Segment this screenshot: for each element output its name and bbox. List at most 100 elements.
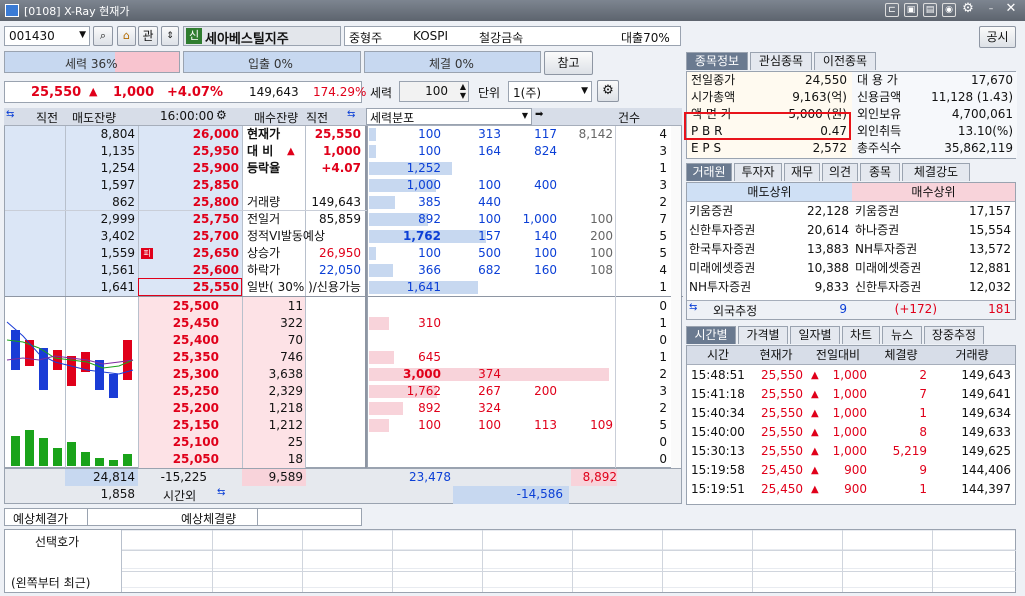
stock-meta: 중형주 KOSPI 철강금속 대출70% <box>344 26 681 46</box>
settings-gear-icon[interactable]: ⚙ <box>597 80 619 102</box>
volume-bar <box>109 460 118 466</box>
volume-bar <box>95 458 104 466</box>
close-icon[interactable]: ✕ <box>1004 2 1018 17</box>
stock-name-field[interactable]: 신 세아베스틸지주 <box>183 26 341 47</box>
tab-info_tabs-1[interactable]: 관심종목 <box>750 52 812 70</box>
bid-price[interactable]: 25,050 <box>139 451 219 468</box>
trade-price: 25,550 <box>761 406 803 420</box>
tab-time_tabs-0[interactable]: 시간별 <box>686 326 736 344</box>
bid-price[interactable]: 25,500 <box>139 298 219 315</box>
tab-broker_tabs-1[interactable]: 투자자 <box>734 163 782 181</box>
seryeok-stepper[interactable]: 100 ▲ ▼ <box>399 81 469 102</box>
ask-price[interactable]: 25,750 <box>139 211 239 228</box>
orderbook-body: 8,804 26,000 현재가 25,550 100 313 117 8,142 4 1,135… <box>4 126 683 468</box>
minimize-icon[interactable]: – <box>984 3 998 17</box>
bid-price[interactable]: 25,300 <box>139 366 219 383</box>
interest-button[interactable]: 관 <box>138 26 158 46</box>
dist-value: 200 <box>590 229 613 243</box>
ask-price[interactable]: 25,650 <box>139 245 239 262</box>
ask-info-value: 22,050 <box>319 263 361 277</box>
dist-value: 100 <box>478 178 501 192</box>
dist-value: 100 <box>418 144 441 158</box>
ask-price[interactable]: 25,950 <box>139 143 239 160</box>
save-icon[interactable]: ▣ <box>904 3 918 17</box>
tab-time_tabs-5[interactable]: 장중추정 <box>924 326 984 344</box>
vi-mark-icon: 피 <box>141 248 153 259</box>
gear-icon[interactable]: ⚙ <box>961 2 975 17</box>
quote-line: 25,550 ▲ 1,000 +4.07% 149,643 174.29% <box>4 81 366 103</box>
tab-broker_tabs-2[interactable]: 재무 <box>784 163 820 181</box>
ask-price[interactable]: 25,550 <box>139 279 239 296</box>
chegyeol-bar: 체결 0% <box>364 51 541 73</box>
bid-price[interactable]: 25,250 <box>139 383 219 400</box>
print-icon[interactable]: ▤ <box>923 3 937 17</box>
ask-price[interactable]: 25,900 <box>139 160 239 177</box>
dist-value: 1,641 <box>406 280 441 294</box>
bid-price[interactable]: 25,200 <box>139 400 219 417</box>
swap-icon[interactable]: ⇆ <box>347 109 355 120</box>
stock-name: 세아베스틸지주 <box>205 32 289 47</box>
tab-info_tabs-0[interactable]: 종목정보 <box>686 52 748 70</box>
info-value: 2,572 <box>812 141 847 155</box>
broker-buy-name[interactable]: 미래에셋증권 <box>855 260 945 277</box>
swap-icon[interactable]: ⇆ <box>217 487 225 498</box>
camera-icon[interactable]: ◉ <box>942 3 956 17</box>
tab-broker_tabs-0[interactable]: 거래원 <box>686 163 732 181</box>
tab-broker_tabs-3[interactable]: 의견 <box>822 163 858 181</box>
ask-qty: 1,561 <box>100 263 135 277</box>
arrow-right-icon[interactable]: ➡ <box>535 109 543 120</box>
volume-bar <box>39 438 48 466</box>
search-icon[interactable]: ⌕ <box>93 26 113 46</box>
tab-time_tabs-4[interactable]: 뉴스 <box>882 326 922 344</box>
broker-sell-name[interactable]: 미래에셋증권 <box>689 260 779 277</box>
info-key: E P S <box>691 141 722 155</box>
broker-buy-name[interactable]: 하나증권 <box>855 222 945 239</box>
bid-price[interactable]: 25,450 <box>139 315 219 332</box>
disclosure-button[interactable]: 공시 <box>979 26 1016 48</box>
ask-price[interactable]: 25,700 <box>139 228 239 245</box>
bid-qty: 70 <box>287 333 303 347</box>
ask-price[interactable]: 25,800 <box>139 194 239 211</box>
tab-time_tabs-2[interactable]: 일자별 <box>790 326 840 344</box>
tab-info_tabs-2[interactable]: 이전종목 <box>814 52 876 70</box>
tab-time_tabs-3[interactable]: 차트 <box>842 326 880 344</box>
ask-price[interactable]: 25,850 <box>139 177 239 194</box>
volume-bar <box>67 442 76 466</box>
info-key: 전일종가 <box>691 73 736 87</box>
gear-icon[interactable]: ⚙ <box>216 108 227 122</box>
broker-buy-name[interactable]: 키움증권 <box>855 203 945 220</box>
tab-time_tabs-1[interactable]: 가격별 <box>738 326 788 344</box>
reference-button[interactable]: 참고 <box>544 51 593 75</box>
trade-time: 15:30:13 <box>691 444 745 458</box>
stock-code-input[interactable]: 001430 ▼ <box>4 26 90 46</box>
dist-select[interactable]: 세력분포 ▼ <box>366 108 532 125</box>
ask-info-value: 25,550 <box>314 127 361 141</box>
updown-icon[interactable]: ⇕ <box>161 26 179 46</box>
home-icon[interactable]: ⌂ <box>117 26 136 46</box>
bid-price[interactable]: 25,400 <box>139 332 219 349</box>
broker-buy-name[interactable]: 신한투자증권 <box>855 279 945 296</box>
ipchul-bar: 입출 0% <box>183 51 361 73</box>
unit-select[interactable]: 1(주) ▼ <box>508 81 592 102</box>
ask-qty: 3,402 <box>100 229 135 243</box>
ask-qty: 1,641 <box>100 280 135 294</box>
swap-icon[interactable]: ⇆ <box>689 302 697 313</box>
bid-price[interactable]: 25,100 <box>139 434 219 451</box>
bid-price[interactable]: 25,150 <box>139 417 219 434</box>
broker-sell-name[interactable]: 신한투자증권 <box>689 222 779 239</box>
broker-sell-name[interactable]: NH투자증권 <box>689 279 779 296</box>
broker-buy-name[interactable]: NH투자증권 <box>855 241 945 258</box>
tab-broker_tabs-5[interactable]: 체결강도 <box>902 163 970 181</box>
broker-sell-name[interactable]: 한국투자증권 <box>689 241 779 258</box>
broker-sell-name[interactable]: 키움증권 <box>689 203 779 220</box>
dist-value: 1,762 <box>406 384 441 398</box>
dist-value: 385 <box>418 195 441 209</box>
up-arrow-icon: ▲ <box>811 484 819 495</box>
swap-icon[interactable]: ⇆ <box>6 109 14 120</box>
ask-price[interactable]: 25,600 <box>139 262 239 279</box>
ask-price[interactable]: 26,000 <box>139 126 239 143</box>
link-icon[interactable]: ⊏ <box>885 3 899 17</box>
info-key: 시가총액 <box>691 90 736 104</box>
bid-price[interactable]: 25,350 <box>139 349 219 366</box>
tab-broker_tabs-4[interactable]: 종목 <box>860 163 900 181</box>
